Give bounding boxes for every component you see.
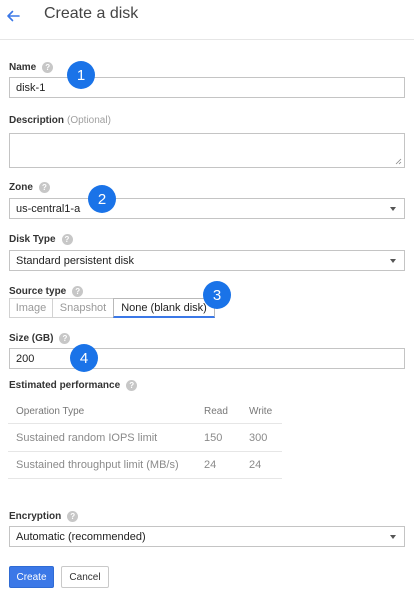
back-button[interactable]: [2, 5, 24, 27]
size-label: Size (GB) ?: [9, 333, 71, 344]
name-label: Name ?: [9, 62, 54, 73]
page-title: Create a disk: [44, 5, 139, 22]
callout-badge-2: 2: [88, 185, 116, 213]
table-header-row: Operation Type Read Write: [8, 399, 282, 423]
help-icon[interactable]: ?: [61, 234, 73, 245]
write-cell: 24: [249, 459, 262, 471]
name-input-value: disk-1: [16, 81, 46, 94]
performance-table: Operation Type Read Write Sustained rand…: [8, 399, 282, 479]
dropdown-arrow-icon: [390, 206, 396, 211]
description-textarea[interactable]: [9, 133, 405, 168]
zone-label-text: Zone: [9, 182, 33, 193]
description-label-text: Description: [9, 115, 65, 126]
encryption-select-value: Automatic (recommended): [16, 530, 146, 543]
create-disk-page: Create a disk Name ? disk-1 Description …: [0, 0, 414, 595]
help-icon[interactable]: ?: [126, 380, 138, 391]
operation-type-cell: Sustained random IOPS limit: [16, 431, 158, 444]
disk-type-select-value: Standard persistent disk: [16, 254, 135, 267]
help-icon[interactable]: ?: [72, 286, 84, 297]
disk-type-select[interactable]: Standard persistent disk: [9, 250, 405, 271]
disk-type-label: Disk Type ?: [9, 234, 73, 245]
description-label: Description (Optional): [9, 115, 111, 126]
table-row: Sustained random IOPS limit 150 300: [8, 423, 282, 451]
column-header-read: Read: [204, 405, 228, 417]
source-type-snapshot-option[interactable]: Snapshot: [52, 298, 114, 318]
help-icon[interactable]: ?: [42, 62, 54, 73]
operation-type-cell: Sustained throughput limit (MB/s): [16, 459, 179, 471]
encryption-select[interactable]: Automatic (recommended): [9, 526, 405, 547]
callout-badge-4: 4: [70, 344, 98, 372]
read-cell: 24: [204, 459, 217, 471]
source-type-toggle: Image Snapshot None (blank disk): [9, 298, 215, 318]
performance-label: Estimated performance ?: [9, 380, 138, 391]
arrow-left-icon: [7, 10, 20, 22]
encryption-label: Encryption ?: [9, 511, 79, 522]
help-icon[interactable]: ?: [38, 182, 50, 193]
source-type-image-option[interactable]: Image: [9, 298, 53, 318]
zone-select-value: us-central1-a: [16, 202, 81, 215]
source-type-none-option[interactable]: None (blank disk): [113, 298, 215, 318]
size-label-text: Size (GB): [9, 333, 54, 344]
zone-select[interactable]: us-central1-a: [9, 198, 405, 219]
table-row: Sustained throughput limit (MB/s) 24 24: [8, 451, 282, 479]
source-type-label-text: Source type: [9, 286, 67, 297]
name-label-text: Name: [9, 62, 37, 73]
callout-badge-1: 1: [67, 61, 95, 89]
help-icon[interactable]: ?: [67, 511, 79, 522]
create-button[interactable]: Create: [9, 566, 54, 588]
size-input[interactable]: 200: [9, 348, 405, 369]
resize-handle-icon[interactable]: [395, 158, 402, 165]
size-input-value: 200: [16, 352, 35, 365]
cancel-button[interactable]: Cancel: [61, 566, 109, 588]
help-icon[interactable]: ?: [59, 333, 71, 344]
encryption-label-text: Encryption: [9, 511, 62, 522]
optional-hint: (Optional): [67, 115, 111, 126]
disk-type-label-text: Disk Type: [9, 234, 56, 245]
column-header-write: Write: [249, 405, 273, 417]
write-cell: 300: [249, 431, 268, 444]
callout-badge-3: 3: [203, 281, 231, 309]
performance-label-text: Estimated performance: [9, 380, 121, 391]
read-cell: 150: [204, 431, 223, 444]
page-header: Create a disk: [0, 0, 414, 40]
column-header-operation-type: Operation Type: [16, 405, 85, 417]
zone-label: Zone ?: [9, 182, 50, 193]
source-type-label: Source type ?: [9, 286, 84, 297]
dropdown-arrow-icon: [390, 534, 396, 539]
dropdown-arrow-icon: [390, 258, 396, 263]
